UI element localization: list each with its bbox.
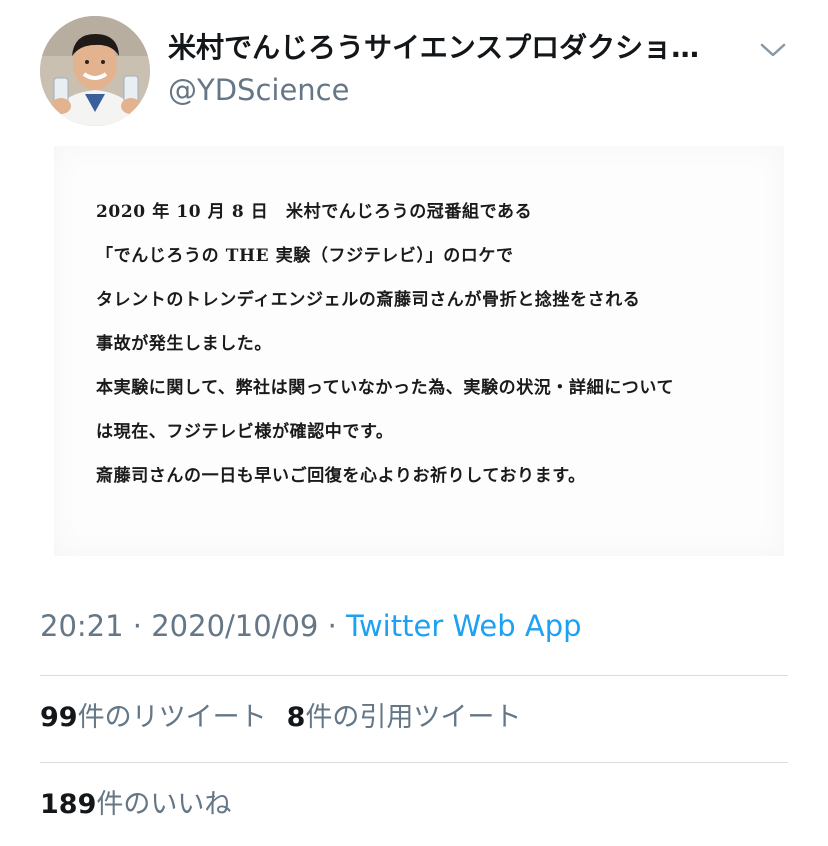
likes-row: 189件のいいね — [40, 785, 231, 825]
engagement-row: 99件のリツイート 8件の引用ツイート — [40, 698, 521, 738]
meta-separator: · — [132, 609, 143, 643]
tweet-image[interactable]: 2020 年 10 月 8 日 米村でんじろうの冠番組である 「でんじろうの T… — [54, 146, 784, 556]
quotes-stat[interactable]: 8件の引用ツイート — [287, 702, 522, 733]
chevron-down-icon[interactable] — [758, 38, 788, 62]
tweet-source-link[interactable]: Twitter Web App — [346, 609, 582, 643]
divider — [40, 762, 788, 763]
statement-text: 2020 年 10 月 8 日 米村でんじろうの冠番組である 「でんじろうの T… — [96, 198, 776, 506]
tweet-date[interactable]: 2020/10/09 — [151, 609, 318, 643]
divider — [40, 675, 788, 676]
avatar-photo-icon — [40, 16, 150, 126]
retweets-count: 99 — [40, 702, 78, 733]
statement-line: タレントのトレンディエンジェルの斎藤司さんが骨折と捻挫をされる — [96, 290, 641, 310]
statement-line: 斎藤司さんの一日も早いご回復を心よりお祈りしております。 — [96, 466, 586, 486]
quotes-count: 8 — [286, 702, 306, 733]
statement-line: は現在、フジテレビ様が確認中です。 — [96, 422, 394, 442]
likes-count: 189 — [40, 789, 97, 820]
author-info: 米村でんじろうサイエンスプロダクショ… @YDScience — [168, 28, 748, 108]
quotes-label: 件の引用ツイート — [305, 702, 522, 733]
retweets-stat[interactable]: 99件のリツイート — [40, 702, 267, 733]
author-avatar[interactable] — [40, 16, 150, 126]
statement-line: 2020 年 10 月 8 日 米村でんじろうの冠番組である — [96, 202, 533, 222]
retweets-label: 件のリツイート — [77, 702, 267, 733]
author-display-name[interactable]: 米村でんじろうサイエンスプロダクショ… — [168, 28, 748, 68]
likes-label: 件のいいね — [96, 789, 232, 820]
author-handle[interactable]: @YDScience — [168, 72, 748, 108]
meta-separator: · — [327, 609, 337, 643]
likes-stat[interactable]: 189件のいいね — [40, 789, 231, 820]
statement-line: 「でんじろうの THE 実験（フジテレビ）」のロケで — [96, 246, 514, 266]
statement-line: 本実験に関して、弊社は関っていなかった為、実験の状況・詳細について — [96, 378, 675, 398]
statement-line: 事故が発生しました。 — [96, 334, 272, 354]
tweet-meta: 20:21 · 2020/10/09 · Twitter Web App — [40, 606, 582, 646]
tweet-header: 米村でんじろうサイエンスプロダクショ… @YDScience — [40, 16, 800, 128]
tweet-time[interactable]: 20:21 — [40, 609, 124, 643]
